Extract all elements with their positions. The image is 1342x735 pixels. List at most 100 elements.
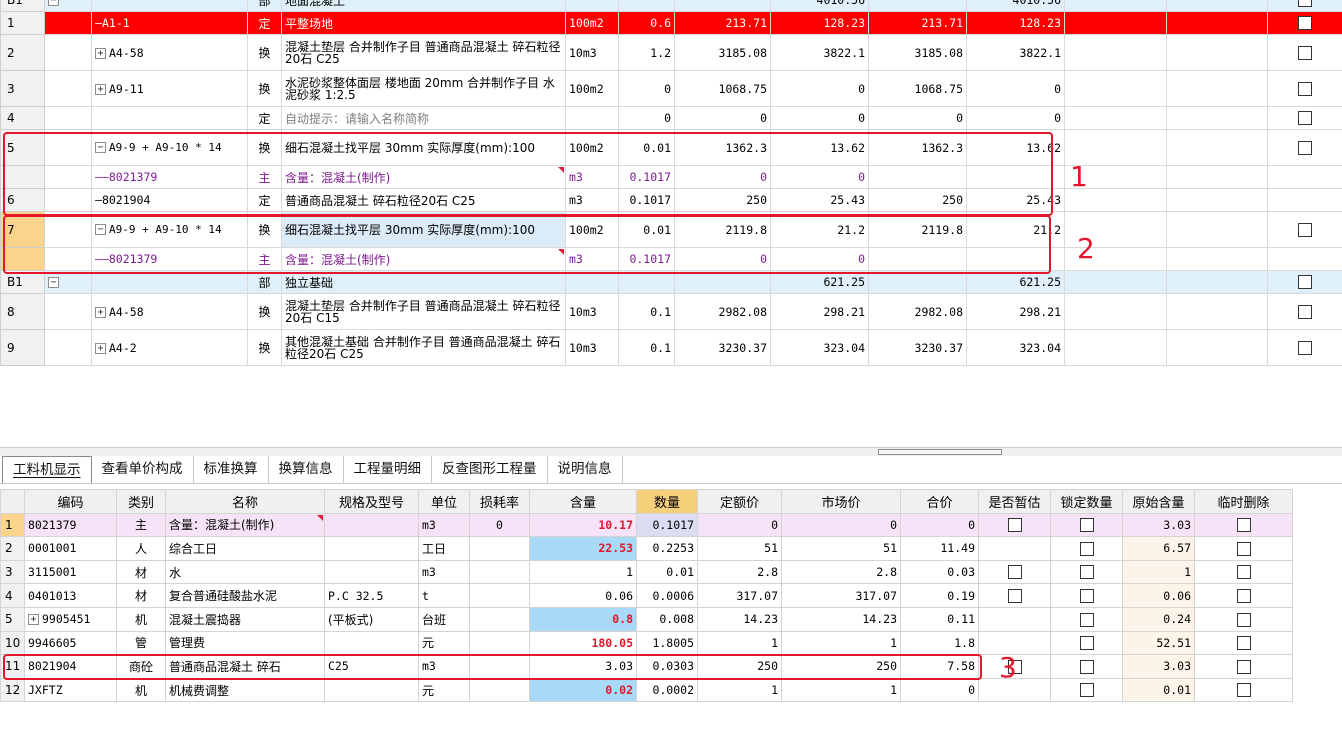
price-cell[interactable]: 250	[674, 188, 771, 212]
price2-cell[interactable]: 621.25	[966, 270, 1065, 294]
row-header[interactable]: 9	[0, 329, 45, 366]
base-price-cell[interactable]: 1	[697, 630, 782, 656]
price-cell[interactable]: 1362.3	[674, 129, 771, 166]
spec-cell[interactable]	[324, 630, 419, 656]
table-row[interactable]: 2 + A4-58 换 混凝土垫层 合并制作子目 普通商品混凝土 碎石粒径20石 …	[0, 34, 1342, 71]
temp-delete-checkbox[interactable]	[1236, 518, 1251, 533]
code-cell[interactable]: ——8021379	[91, 247, 248, 271]
tab-standard-conversion[interactable]: 标准换算	[194, 456, 269, 483]
type-cell[interactable]: 换	[247, 70, 282, 107]
name-cell[interactable]: 复合普通硅酸盐水泥	[165, 583, 325, 608]
price2-cell[interactable]: 3230.37	[868, 329, 967, 366]
price2-cell[interactable]: 1362.3	[868, 129, 967, 166]
type-cell[interactable]: 定	[247, 106, 282, 130]
unit-cell[interactable]: 100m2	[565, 211, 619, 248]
unit-cell[interactable]: 10m3	[565, 293, 619, 330]
quantity-cell[interactable]: 0.2253	[636, 536, 698, 561]
table-row[interactable]: 10 9946605 管 管理费 元 180.05 1.8005 1 1 1.8…	[0, 630, 1293, 656]
table-row[interactable]: 8 + A4-58 换 混凝土垫层 合并制作子目 普通商品混凝土 碎石粒径20石 …	[0, 293, 1342, 330]
table-row[interactable]: 5 − A9-9 + A9-10 * 14 换 细石混凝土找平层 30mm 实际厚…	[0, 129, 1342, 166]
unit-cell[interactable]: 台班	[418, 606, 470, 632]
total-cell[interactable]: 0	[900, 512, 979, 538]
total2-cell[interactable]: 3822.1	[966, 34, 1065, 71]
name-cell[interactable]: 含量：混凝土(制作)	[281, 165, 566, 189]
code-cell[interactable]: 3115001	[24, 559, 117, 585]
category-cell[interactable]: 机	[116, 606, 166, 632]
temp-delete-checkbox[interactable]	[1236, 612, 1251, 627]
code-cell[interactable]	[91, 106, 248, 130]
name-cell[interactable]: 细石混凝土找平层 30mm 实际厚度(mm):100	[281, 129, 566, 166]
spec-cell[interactable]: (平板式)	[324, 606, 419, 632]
table-row[interactable]: 6 —8021904 定 普通商品混凝土 碎石粒径20石 C25 m3 0.10…	[0, 188, 1342, 212]
name-cell[interactable]: 混凝土垫层 合并制作子目 普通商品混凝土 碎石粒径20石 C15	[281, 293, 566, 330]
code-cell[interactable]: 8021904	[24, 654, 117, 679]
total-cell[interactable]: 128.23	[770, 11, 869, 35]
row-header[interactable]: 3	[0, 559, 25, 585]
type-cell[interactable]: 定	[247, 11, 282, 35]
total-cell[interactable]: 323.04	[770, 329, 869, 366]
name-cell[interactable]: 混凝土震捣器	[165, 606, 325, 632]
code-cell[interactable]: +9905451	[24, 606, 117, 632]
temp-delete-checkbox[interactable]	[1236, 636, 1251, 651]
code-cell[interactable]: 8021379	[24, 512, 117, 538]
col-header-loss-rate[interactable]: 损耗率	[469, 489, 530, 514]
type-cell[interactable]: 部	[247, 270, 282, 294]
unit-cell[interactable]: m3	[418, 654, 470, 679]
price-cell[interactable]: 2119.8	[674, 211, 771, 248]
original-content-cell[interactable]: 3.03	[1122, 654, 1195, 679]
row-header[interactable]: 4	[0, 583, 25, 608]
table-row[interactable]: 3 3115001 材 水 m3 1 0.01 2.8 2.8 0.03 1	[0, 559, 1293, 585]
loss-cell[interactable]	[469, 536, 530, 561]
content-cell[interactable]: 3.03	[529, 654, 637, 679]
code-cell[interactable]: 0001001	[24, 536, 117, 561]
tab-conversion-info[interactable]: 换算信息	[269, 456, 344, 483]
col-header-category[interactable]: 类别	[116, 489, 166, 514]
table-row[interactable]: B1 − 部 地面混凝土 4010.56 4010.56	[0, 0, 1342, 12]
base-price-cell[interactable]: 2.8	[697, 559, 782, 585]
lock-qty-checkbox[interactable]	[1079, 683, 1094, 698]
original-content-cell[interactable]: 1	[1122, 559, 1195, 585]
type-cell[interactable]: 定	[247, 188, 282, 212]
content-cell[interactable]: 0.02	[529, 677, 637, 703]
col-header-content[interactable]: 含量	[529, 489, 637, 514]
name-cell[interactable]: 普通商品混凝土 碎石	[165, 654, 325, 679]
total-cell[interactable]: 0	[770, 106, 869, 130]
total2-cell[interactable]: 323.04	[966, 329, 1065, 366]
total-cell[interactable]: 0.11	[900, 606, 979, 632]
total-cell[interactable]: 25.43	[770, 188, 869, 212]
unit-cell[interactable]: 10m3	[565, 329, 619, 366]
price2-cell[interactable]: 1068.75	[868, 70, 967, 107]
original-content-cell[interactable]: 6.57	[1122, 536, 1195, 561]
type-cell[interactable]: 部	[247, 0, 282, 12]
qty-cell[interactable]: 1.2	[618, 34, 675, 71]
temp-delete-checkbox[interactable]	[1236, 683, 1251, 698]
original-content-cell[interactable]: 0.01	[1122, 677, 1195, 703]
quantity-cell[interactable]: 0.0006	[636, 583, 698, 608]
row-checkbox[interactable]	[1298, 111, 1312, 126]
col-header-total[interactable]: 合价	[900, 489, 979, 514]
original-content-cell[interactable]: 3.03	[1122, 512, 1195, 538]
expand-icon[interactable]: +	[95, 306, 106, 318]
name-cell[interactable]: 地面混凝土	[281, 0, 566, 12]
content-cell[interactable]: 180.05	[529, 630, 637, 656]
row-header[interactable]: 6	[0, 188, 45, 212]
content-cell[interactable]: 10.17	[529, 512, 637, 538]
unit-cell[interactable]: m3	[565, 165, 619, 189]
code-cell[interactable]: + A4-58	[91, 34, 248, 71]
name-cell[interactable]: 机械费调整	[165, 677, 325, 703]
qty-cell[interactable]: 0.01	[618, 211, 675, 248]
row-header[interactable]: 8	[0, 293, 45, 330]
total2-cell[interactable]: 21.2	[966, 211, 1065, 248]
row-checkbox[interactable]	[1298, 304, 1312, 319]
original-content-cell[interactable]: 0.24	[1122, 606, 1195, 632]
total-cell[interactable]: 0	[770, 247, 869, 271]
total-cell[interactable]: 13.62	[770, 129, 869, 166]
qty-cell[interactable]: 0.1	[618, 293, 675, 330]
content-cell[interactable]: 0.8	[529, 606, 637, 632]
provisional-checkbox[interactable]	[1007, 518, 1022, 533]
total-cell[interactable]: 11.49	[900, 536, 979, 561]
table-row-selected[interactable]: 1 8021379 主 含量：混凝土(制作) m3 0 10.17 0.1017…	[0, 512, 1293, 538]
market-price-cell[interactable]: 14.23	[781, 606, 901, 632]
quantity-cell[interactable]: 1.8005	[636, 630, 698, 656]
table-row[interactable]: ——8021379 主 含量：混凝土(制作) m3 0.1017 0 0	[0, 165, 1342, 189]
